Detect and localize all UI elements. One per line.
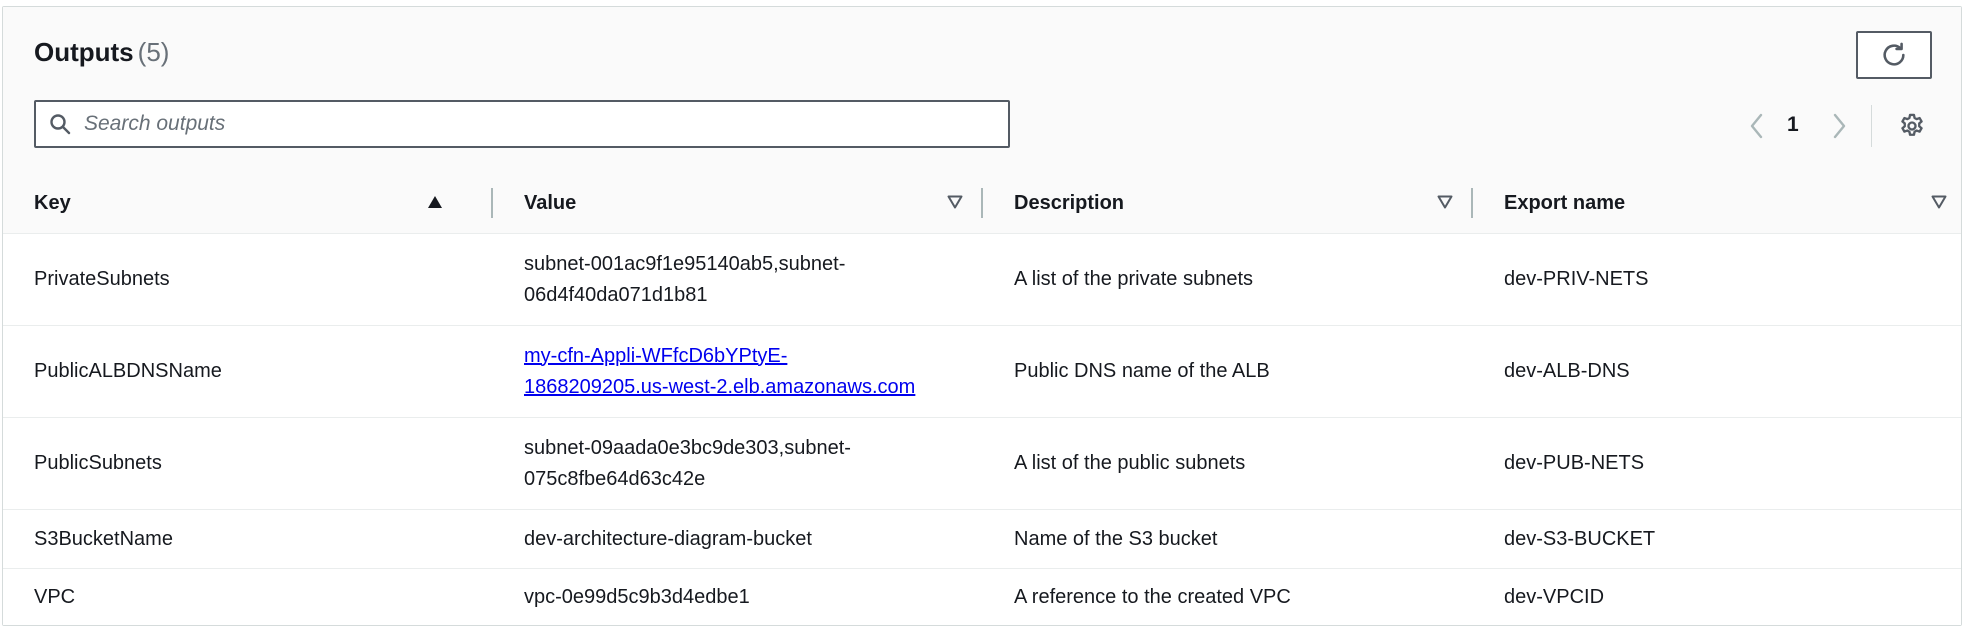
cell-description: A list of the public subnets bbox=[1014, 452, 1246, 474]
caret-up-filled-icon bbox=[428, 196, 442, 208]
chevron-left-icon[interactable] bbox=[1747, 111, 1767, 141]
cell-export-name: dev-PUB-NETS bbox=[1504, 452, 1645, 474]
value-line: vpc-0e99d5c9b3d4edbe1 bbox=[524, 585, 750, 608]
gear-icon[interactable] bbox=[1897, 111, 1927, 141]
value-line: subnet-09aada0e3bc9de303,subnet- bbox=[524, 436, 851, 459]
cell-export-name: dev-VPCID bbox=[1504, 585, 1605, 608]
outputs-title: Outputs bbox=[34, 37, 134, 67]
cell-value: dev-architecture-diagram-bucket bbox=[524, 510, 964, 568]
cell-export-name: dev-ALB-DNS bbox=[1504, 360, 1630, 382]
value-line: subnet-001ac9f1e95140ab5,subnet- bbox=[524, 252, 846, 275]
cell-description: A reference to the created VPC bbox=[1014, 585, 1291, 608]
column-header-value[interactable]: Value bbox=[493, 173, 983, 233]
search-field[interactable] bbox=[34, 100, 1010, 148]
column-label-key: Key bbox=[34, 191, 71, 214]
cell-description: A list of the private subnets bbox=[1014, 268, 1254, 290]
outputs-count: (5) bbox=[137, 37, 170, 67]
value-line[interactable]: 1868209205.us-west-2.elb.amazonaws.com bbox=[524, 372, 915, 403]
refresh-button[interactable] bbox=[1856, 31, 1932, 79]
cell-key: PrivateSubnets bbox=[34, 268, 170, 290]
cell-value: my-cfn-Appli-WFfcD6bYPtyE- 1868209205.us… bbox=[524, 326, 964, 417]
outputs-panel: Outputs(5) 1 bbox=[2, 6, 1962, 626]
cell-value: vpc-0e99d5c9b3d4edbe1 bbox=[524, 569, 964, 625]
table-header: Key Value Description Export name bbox=[3, 173, 1961, 234]
table-row: PublicSubnets subnet-09aada0e3bc9de303,s… bbox=[3, 418, 1961, 510]
alb-dns-link[interactable]: my-cfn-Appli-WFfcD6bYPtyE- 1868209205.us… bbox=[524, 341, 915, 403]
search-icon bbox=[48, 112, 72, 136]
caret-down-outline-icon bbox=[1931, 195, 1947, 209]
cell-description: Name of the S3 bucket bbox=[1014, 527, 1218, 550]
table-row: VPC vpc-0e99d5c9b3d4edbe1 A reference to… bbox=[3, 569, 1961, 625]
page-title: Outputs (5) bbox=[34, 37, 169, 68]
caret-down-outline-icon bbox=[1437, 195, 1453, 209]
column-header-description[interactable]: Description bbox=[983, 173, 1473, 233]
value-line: dev-architecture-diagram-bucket bbox=[524, 527, 812, 550]
outputs-header: Outputs(5) 1 bbox=[3, 7, 1961, 174]
value-line[interactable]: my-cfn-Appli-WFfcD6bYPtyE- bbox=[524, 341, 915, 372]
page-number[interactable]: 1 bbox=[1787, 113, 1799, 137]
column-label-value: Value bbox=[524, 191, 577, 214]
cell-key: PublicSubnets bbox=[34, 452, 162, 474]
refresh-icon bbox=[1883, 42, 1905, 66]
table-row: PrivateSubnets subnet-001ac9f1e95140ab5,… bbox=[3, 234, 1961, 326]
cell-value: subnet-001ac9f1e95140ab5,subnet- 06d4f40… bbox=[524, 234, 964, 325]
column-header-export-name[interactable]: Export name bbox=[1473, 173, 1963, 233]
column-label-description: Description bbox=[1014, 191, 1125, 214]
value-line: 075c8fbe64d63c42e bbox=[524, 467, 706, 490]
value-line: 06d4f40da071d1b81 bbox=[524, 283, 708, 306]
cell-key: S3BucketName bbox=[34, 527, 173, 550]
cell-key: PublicALBDNSName bbox=[34, 360, 222, 382]
caret-down-outline-icon bbox=[947, 195, 963, 209]
column-header-key[interactable]: Key bbox=[3, 173, 493, 233]
pagination-divider bbox=[1871, 105, 1872, 147]
column-label-export-name: Export name bbox=[1504, 191, 1626, 214]
table-row: S3BucketName dev-architecture-diagram-bu… bbox=[3, 510, 1961, 569]
cell-export-name: dev-PRIV-NETS bbox=[1504, 268, 1649, 290]
cell-export-name: dev-S3-BUCKET bbox=[1504, 527, 1656, 550]
cell-key: VPC bbox=[34, 585, 76, 608]
search-input[interactable] bbox=[82, 111, 986, 137]
cell-value: subnet-09aada0e3bc9de303,subnet- 075c8fb… bbox=[524, 418, 964, 509]
chevron-right-icon[interactable] bbox=[1829, 111, 1849, 141]
table-row: PublicALBDNSName my-cfn-Appli-WFfcD6bYPt… bbox=[3, 326, 1961, 418]
cell-description: Public DNS name of the ALB bbox=[1014, 360, 1270, 382]
